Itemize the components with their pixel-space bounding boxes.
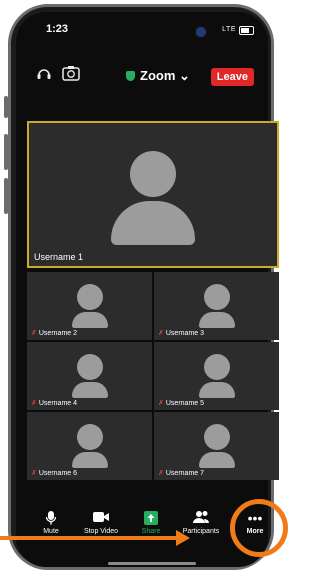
muted-mic-icon: ✗ xyxy=(31,400,37,407)
avatar-body xyxy=(111,201,195,245)
home-indicator xyxy=(108,562,196,565)
muted-mic-icon: ✗ xyxy=(158,330,164,337)
mute-switch xyxy=(4,96,8,118)
leave-button[interactable]: Leave xyxy=(210,68,254,86)
muted-mic-icon: ✗ xyxy=(31,470,37,477)
avatar-head xyxy=(76,424,103,450)
meeting-title-label: Zoom xyxy=(140,68,176,83)
meeting-title[interactable]: Zoom ⌄ xyxy=(126,68,190,84)
status-bar: 1:23 LTE xyxy=(16,20,268,40)
participant-label: ✗ Username 6 xyxy=(31,469,77,477)
participant-tile[interactable]: ✗ Username 6 xyxy=(27,412,152,480)
avatar-head xyxy=(76,354,103,380)
share-label: Share xyxy=(141,528,161,535)
arrow-annotation-head xyxy=(176,530,190,546)
participant-tile[interactable]: ✗ Username 4 xyxy=(27,342,152,410)
mute-button[interactable]: Mute xyxy=(26,510,76,535)
participant-name: Username 5 xyxy=(165,400,205,407)
stop-video-label: Stop Video xyxy=(83,528,119,535)
participant-tile[interactable]: ✗ Username 3 xyxy=(154,272,279,340)
stop-video-button[interactable]: Stop Video xyxy=(76,510,126,535)
participant-name: Username 4 xyxy=(38,400,78,407)
participant-label: ✗ Username 3 xyxy=(158,329,204,337)
switch-camera-icon[interactable] xyxy=(62,65,80,85)
avatar-head xyxy=(203,354,230,380)
network-label: LTE xyxy=(222,26,236,33)
highlight-circle-annotation xyxy=(230,499,288,557)
participant-name: Username 2 xyxy=(38,330,78,337)
share-screen-icon xyxy=(126,510,176,526)
microphone-icon xyxy=(26,510,76,526)
participant-name: Username 3 xyxy=(165,330,205,337)
avatar-head xyxy=(130,151,176,197)
muted-mic-icon: ✗ xyxy=(158,470,164,477)
chevron-down-icon: ⌄ xyxy=(179,68,190,83)
avatar-body xyxy=(198,312,235,328)
battery-icon xyxy=(239,26,254,35)
participant-label: ✗ Username 5 xyxy=(158,399,204,407)
status-time: 1:23 xyxy=(46,23,69,35)
speaker-icon[interactable] xyxy=(36,66,52,86)
avatar-body xyxy=(71,452,108,468)
mute-label: Mute xyxy=(43,528,59,535)
muted-mic-icon: ✗ xyxy=(158,400,164,407)
avatar-head xyxy=(203,424,230,450)
active-speaker-video[interactable]: Username 1 xyxy=(27,121,279,268)
participants-icon xyxy=(176,510,226,526)
share-button[interactable]: Share xyxy=(126,510,176,535)
avatar-body xyxy=(71,312,108,328)
participant-label: ✗ Username 4 xyxy=(31,399,77,407)
participant-name: Username 7 xyxy=(165,470,205,477)
participant-tile[interactable]: ✗ Username 2 xyxy=(27,272,152,340)
arrow-annotation-line xyxy=(0,536,176,540)
participant-name: Username 6 xyxy=(38,470,78,477)
shield-icon xyxy=(126,71,135,81)
meeting-header: Zoom ⌄ Leave xyxy=(16,60,268,90)
video-camera-icon xyxy=(76,510,126,526)
avatar-head xyxy=(203,284,230,310)
participant-label: ✗ Username 7 xyxy=(158,469,204,477)
participant-label: ✗ Username 2 xyxy=(31,329,77,337)
avatar-head xyxy=(76,284,103,310)
avatar-body xyxy=(71,382,108,398)
participant-tile[interactable]: ✗ Username 7 xyxy=(154,412,279,480)
avatar-body xyxy=(198,382,235,398)
volume-down-button xyxy=(4,178,8,214)
participant-tile[interactable]: ✗ Username 5 xyxy=(154,342,279,410)
avatar-body xyxy=(198,452,235,468)
active-speaker-name: Username 1 xyxy=(34,252,84,262)
volume-up-button xyxy=(4,134,8,170)
muted-mic-icon: ✗ xyxy=(31,330,37,337)
